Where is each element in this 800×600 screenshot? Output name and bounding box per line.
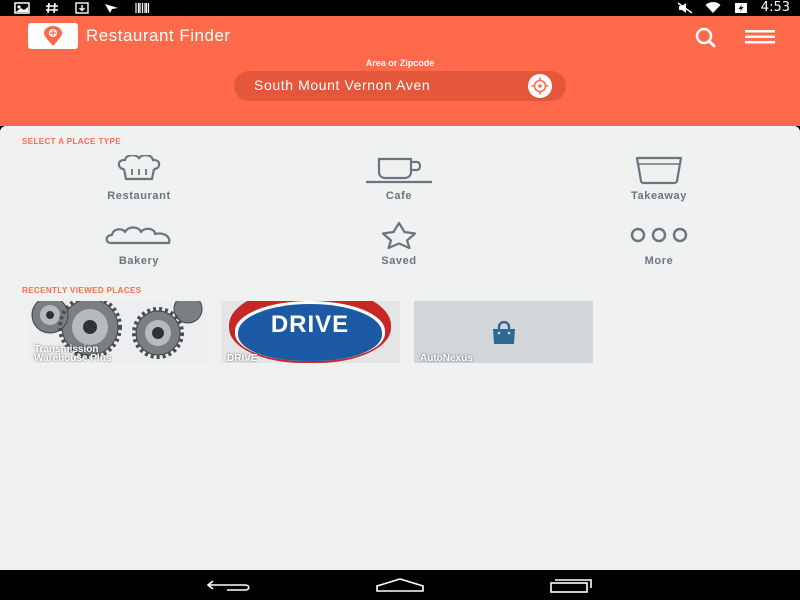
star-icon: [381, 221, 417, 249]
mute-icon: [677, 2, 693, 14]
place-type-takeaway[interactable]: Takeaway: [584, 154, 734, 202]
locate-me-button[interactable]: [528, 74, 552, 98]
app-title: Restaurant Finder: [86, 26, 231, 45]
home-icon: [376, 578, 424, 592]
place-type-more[interactable]: More: [584, 219, 734, 267]
recent-place-card[interactable]: AutoNexus: [414, 301, 593, 363]
search-icon: [695, 27, 716, 48]
app-logo: [28, 23, 78, 49]
status-time: 4:53: [760, 0, 790, 15]
photo-icon: [14, 2, 30, 14]
wifi-icon: [705, 2, 721, 14]
shopping-bag-icon: [493, 321, 515, 344]
place-type-label: Saved: [381, 255, 417, 267]
back-button[interactable]: [204, 575, 254, 595]
status-bar: 4:53: [0, 0, 800, 16]
more-icon: [630, 227, 688, 243]
location-text[interactable]: South Mount Vernon Aven: [254, 77, 430, 93]
menu-button[interactable]: [742, 24, 778, 50]
place-type-label: Bakery: [118, 255, 160, 267]
area-label: Area or Zipcode: [365, 58, 435, 68]
chef-hat-icon: [117, 155, 161, 181]
place-type-label: Takeaway: [631, 190, 687, 202]
takeaway-box-icon: [635, 156, 683, 185]
search-button[interactable]: [690, 24, 720, 50]
place-type-label: Cafe: [385, 190, 413, 202]
restaurant-pin-icon: [44, 26, 62, 46]
recent-place-name: Transmission Warehouse Plus: [34, 344, 112, 364]
recent-apps-icon: [550, 579, 592, 593]
recents-button[interactable]: [546, 575, 596, 595]
home-button[interactable]: [375, 575, 425, 595]
hash-icon: [46, 2, 58, 14]
place-type-heading: SELECT A PLACE TYPE: [22, 137, 122, 146]
location-target-icon: [531, 77, 549, 95]
place-type-bakery[interactable]: Bakery: [64, 219, 214, 267]
place-type-restaurant[interactable]: Restaurant: [64, 154, 214, 202]
app-header: Restaurant Finder Area or Zipcode South …: [0, 16, 800, 126]
place-type-saved[interactable]: Saved: [324, 219, 474, 267]
recent-heading: RECENTLY VIEWED PLACES: [22, 286, 142, 295]
place-type-cafe[interactable]: Cafe: [324, 154, 474, 202]
drive-sign-text: DRIVE: [270, 311, 350, 338]
recent-place-name: AutoNexus: [420, 353, 473, 364]
back-icon: [206, 580, 250, 591]
pointer-icon: [105, 4, 118, 13]
place-type-label: Restaurant: [107, 190, 171, 202]
recent-place-card[interactable]: DRIVE DRIVE: [221, 301, 400, 363]
recent-place-card[interactable]: Transmission Warehouse Plus: [28, 301, 207, 363]
menu-icon: [745, 30, 775, 44]
system-nav-bar: [0, 570, 800, 600]
location-field[interactable]: South Mount Vernon Aven: [234, 71, 566, 101]
main-content: SELECT A PLACE TYPE Restaurant Cafe Take…: [0, 126, 800, 570]
download-icon: [75, 2, 89, 14]
cloud-bread-icon: [105, 226, 171, 245]
battery-icon: [734, 3, 747, 13]
place-type-label: More: [644, 255, 674, 267]
recent-place-name: DRIVE: [227, 353, 258, 364]
coffee-cup-icon: [366, 157, 432, 184]
barcode-icon: [135, 3, 150, 13]
